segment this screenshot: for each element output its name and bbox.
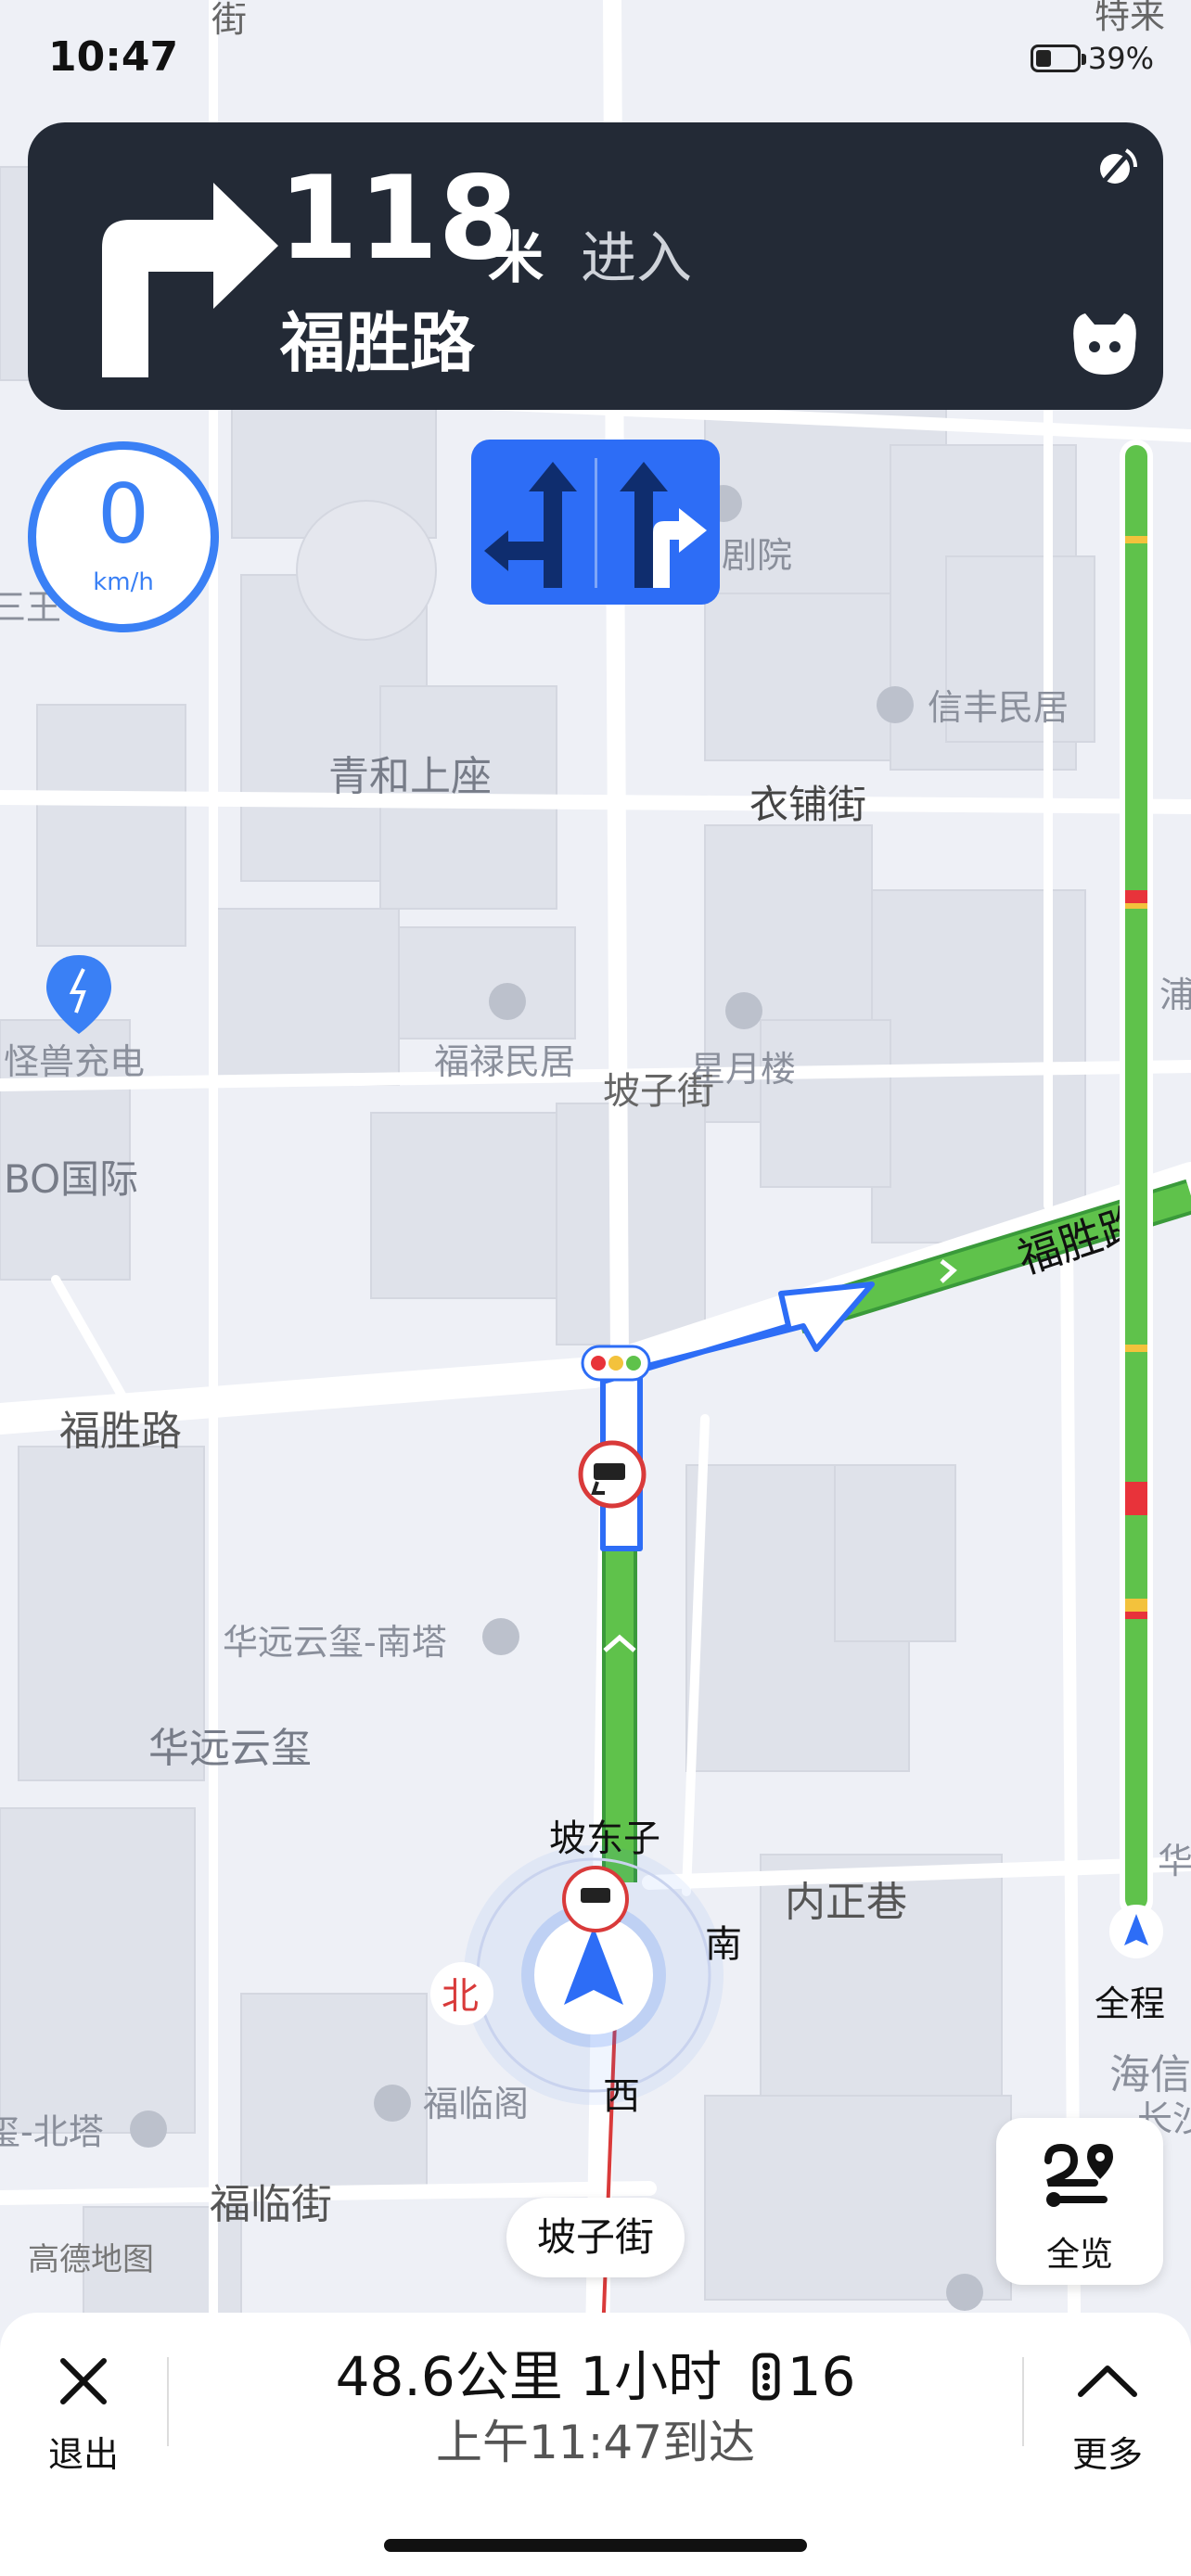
map-label-huayuan-south: 华远云玺-南塔 [223, 1622, 447, 1663]
divider [1022, 2357, 1024, 2446]
battery-indicator: 39% [1030, 41, 1154, 76]
status-time: 10:47 [48, 33, 179, 81]
slow-segment [1125, 536, 1147, 543]
map-label-neizheng: 内正巷 [785, 1879, 907, 1926]
map-label-hua-fragment: 华 [1158, 1841, 1191, 1881]
progress-position-icon [1109, 1905, 1163, 1958]
lane-guidance [471, 440, 720, 605]
slow-segment [1125, 1345, 1147, 1352]
trip-distance: 48.6公里 [335, 2345, 563, 2408]
speed-unit: km/h [93, 568, 154, 596]
voice-assistant-icon[interactable] [1067, 306, 1143, 382]
map-label-qinghe: 青和上座 [328, 753, 492, 800]
map-label-fulu: 福禄民居 [434, 1041, 575, 1082]
speedometer: 0 km/h [28, 441, 219, 632]
map-label-fulin-street: 福临街 [210, 2181, 332, 2228]
map-label-gaode: 高德地图 [28, 2241, 154, 2278]
slow-segment [1125, 1599, 1147, 1612]
congestion-segment [1125, 1612, 1147, 1619]
map-label-fusheng-left: 福胜路 [59, 1408, 182, 1455]
next-road-name: 福胜路 [280, 305, 475, 381]
speed-value: 0 [97, 466, 149, 562]
trip-summary: 48.6公里 1小时 16 [0, 2333, 1191, 2411]
traffic-light-icon [581, 1345, 651, 1382]
turn-action: 进入 [581, 226, 692, 291]
current-street-pill: 坡子街 [506, 2198, 685, 2277]
map-label-pozi-vertical: 坡子街 [603, 1070, 714, 1113]
congestion-segment [1125, 1482, 1147, 1515]
map-label-haixin: 海信 [1109, 2051, 1191, 2098]
map-label-north-tower: 玺-北塔 [0, 2111, 104, 2152]
more-label: 更多 [1071, 2434, 1143, 2475]
chevron-up-icon [1078, 2366, 1137, 2397]
map-label-pozi-dong: 坡东子 [549, 1817, 660, 1860]
map-label-nan: 南 [705, 1923, 742, 1966]
more-button[interactable]: 更多 [1052, 2340, 1163, 2475]
camera-icon [578, 1440, 647, 1509]
map-label-huayuan: 华远云玺 [148, 1725, 312, 1772]
route-overview-icon [1044, 2143, 1113, 2207]
map-label-bei: 北 [442, 1975, 479, 2018]
trip-info-panel: 退出 48.6公里 1小时 16 上午11:47到达 更多 [0, 2313, 1191, 2576]
map-label-pu-fragment: 浦 [1159, 975, 1191, 1015]
lane-arrows-icon [484, 458, 707, 588]
map-label-yipu: 衣铺街 [749, 782, 866, 827]
overview-label: 全览 [1045, 2236, 1113, 2274]
arrival-time: 上午11:47到达 [435, 2416, 756, 2469]
home-indicator[interactable] [384, 2539, 807, 2552]
status-bar: 10:47 39% [0, 0, 1191, 111]
battery-icon [1030, 45, 1086, 72]
route-progress-bar [1125, 445, 1147, 1910]
signal-icon[interactable] [1089, 143, 1141, 195]
turn-distance: 118 [278, 152, 519, 286]
map-label-pozi-c1: 坡子街 [603, 1070, 714, 1113]
slow-segment [1125, 903, 1147, 909]
map-label-theater: 剧院 [722, 535, 792, 576]
trip-time: 1小时 [580, 2345, 723, 2408]
map-label-bo-intl: BO国际 [4, 1156, 138, 1202]
traffic-light-count-icon [752, 2353, 780, 2401]
battery-percent: 39% [1087, 41, 1154, 76]
overview-button[interactable]: 全览 [996, 2118, 1163, 2285]
current-location-marker [464, 1845, 724, 2105]
turn-distance-unit: 米 [488, 226, 544, 291]
map-label-fulin-pavilion: 福临阁 [423, 2084, 529, 2124]
traffic-light-count: 16 [787, 2345, 856, 2408]
turn-instruction-banner[interactable]: 118 米 进入 福胜路 [28, 122, 1163, 410]
map-label-xi: 西 [603, 2075, 640, 2118]
congestion-segment [1125, 890, 1147, 903]
map-label-charger: 怪兽充电 [4, 1041, 145, 1082]
map-label-xinfeng: 信丰民居 [928, 687, 1069, 728]
turn-right-arrow-icon [102, 183, 278, 377]
full-route-label[interactable]: 全程 [1095, 1975, 1165, 2026]
